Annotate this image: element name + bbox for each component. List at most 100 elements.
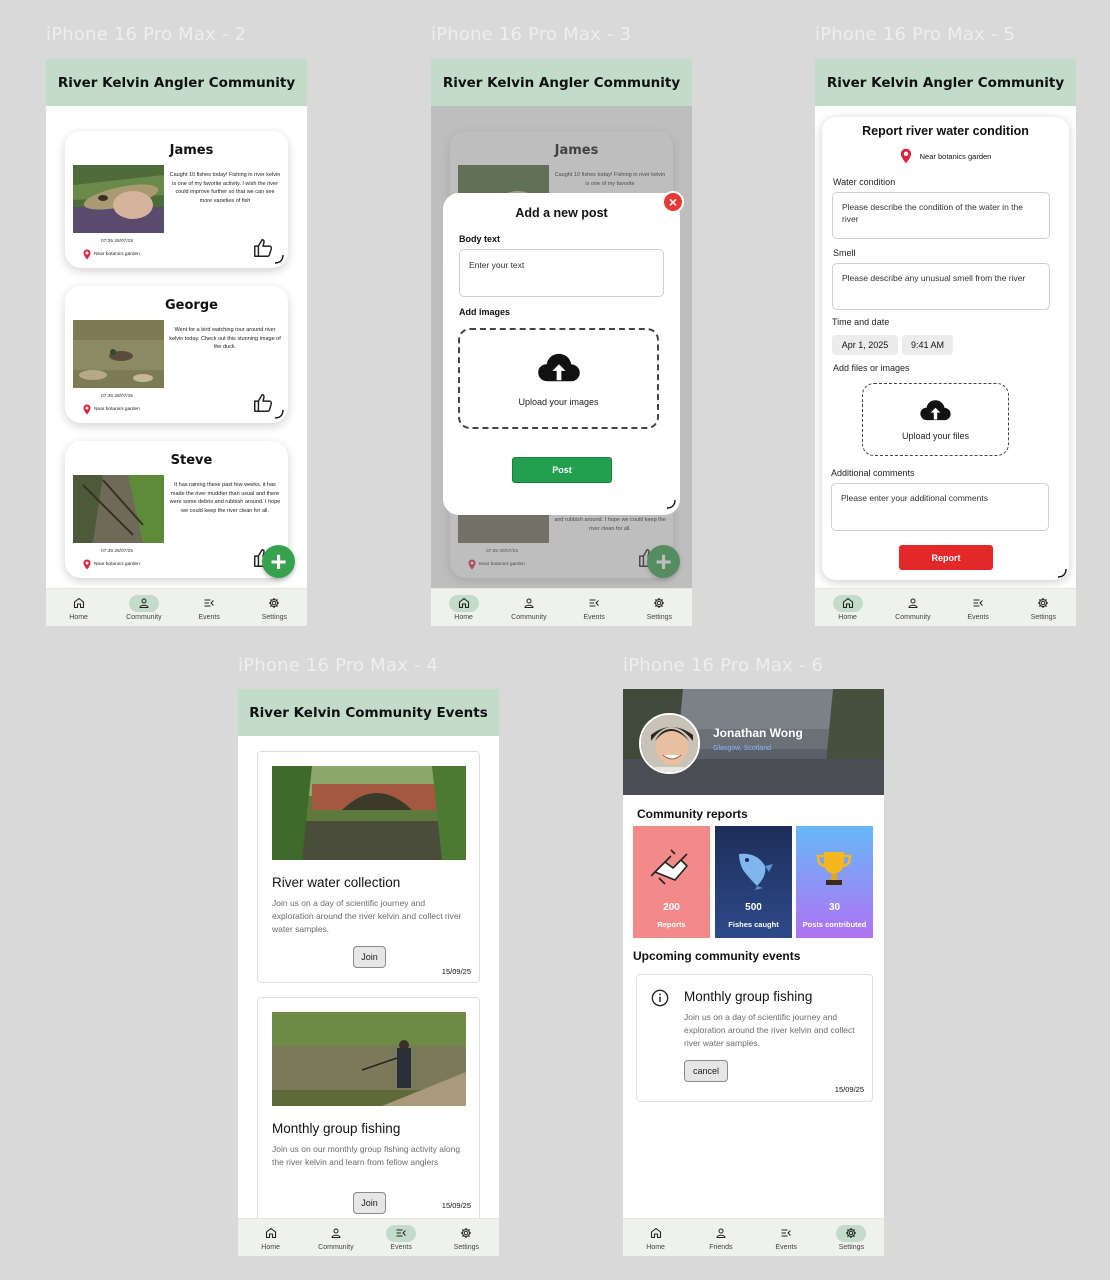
nav-label: Settings <box>261 613 288 621</box>
home-icon <box>842 597 854 609</box>
bottom-nav: Home Community Events Settings <box>238 1218 499 1256</box>
nav-label: Settings <box>453 1243 480 1251</box>
nav-item-home[interactable]: Home <box>623 1219 688 1256</box>
add-post-button[interactable]: + <box>262 545 295 578</box>
post-timestamp: 07:35 28/07/25 <box>101 239 134 244</box>
event-description: Join us on our monthly group fishing act… <box>272 1144 461 1167</box>
frame-label-3: iPhone 16 Pro Max - 3 <box>431 24 632 45</box>
nav-item-settings[interactable]: Settings <box>627 589 692 626</box>
post-image-river <box>73 475 164 543</box>
like-thumb-icon[interactable] <box>252 392 274 414</box>
nav-item-community[interactable]: Community <box>880 589 945 626</box>
close-modal-button[interactable]: × <box>662 191 684 213</box>
community-nav-pill <box>514 595 544 612</box>
trophy-icon <box>816 852 852 885</box>
resize-handle-icon <box>666 499 676 509</box>
like-thumb-icon[interactable] <box>252 237 274 259</box>
post-card[interactable]: James Caught 10 fishes today! Fishing in… <box>65 131 288 268</box>
home-icon <box>73 597 85 609</box>
post-card[interactable]: Steve It has raining these past few week… <box>65 441 288 578</box>
nav-item-home[interactable]: Home <box>238 1219 303 1256</box>
events-icon <box>780 1227 792 1239</box>
cancel-event-button[interactable]: cancel <box>684 1060 728 1082</box>
nav-label: Events <box>583 613 605 621</box>
file-upload-dropzone[interactable]: Upload your files <box>862 383 1009 456</box>
nav-item-events[interactable]: Events <box>754 1219 819 1256</box>
report-button[interactable]: Report <box>899 545 993 570</box>
post-card[interactable]: George Went for a bird watching tour aro… <box>65 286 288 423</box>
nav-item-settings[interactable]: Settings <box>242 589 307 626</box>
avatar[interactable] <box>639 713 700 774</box>
info-icon <box>651 989 669 1007</box>
home-nav-pill <box>641 1225 671 1242</box>
image-upload-dropzone[interactable]: Upload your images <box>458 328 659 429</box>
bottom-nav: Home Friends Events Settings <box>623 1218 884 1256</box>
nav-item-community[interactable]: Community <box>496 589 561 626</box>
nav-item-events[interactable]: Events <box>177 589 242 626</box>
join-event-button[interactable]: Join <box>353 1192 386 1214</box>
events-nav-pill <box>963 595 993 612</box>
friends-nav-pill <box>706 1225 736 1242</box>
nav-item-friends[interactable]: Friends <box>688 1219 753 1256</box>
body-text-input[interactable]: Enter your text <box>459 249 664 297</box>
nav-item-events[interactable]: Events <box>369 1219 434 1256</box>
nav-label: Events <box>390 1243 412 1251</box>
nav-label: Community <box>318 1243 354 1251</box>
nav-item-settings[interactable]: Settings <box>1011 589 1076 626</box>
frame-label-6: iPhone 16 Pro Max - 6 <box>623 655 824 676</box>
smell-input[interactable]: Please describe any unusual smell from t… <box>832 263 1050 310</box>
gear-icon <box>653 597 665 609</box>
event-date: 15/09/25 <box>834 1085 864 1094</box>
time-picker[interactable]: 9:41 AM <box>902 335 953 355</box>
time-date-label: Time and date <box>832 317 890 327</box>
water-condition-label: Water condition <box>833 177 896 187</box>
body-text-label: Body text <box>459 234 501 244</box>
post-author: Steve <box>170 453 213 468</box>
event-title: River water collection <box>272 875 401 890</box>
event-title: Monthly group fishing <box>684 989 813 1004</box>
post-feed[interactable]: James Caught 10 fishes today! Fishing in… <box>46 106 307 588</box>
cloud-upload-icon <box>919 398 952 423</box>
fish-icon <box>739 853 773 890</box>
join-event-button[interactable]: Join <box>353 946 386 968</box>
stat-label: Posts contributed <box>802 920 867 929</box>
stat-fishes: 500 Fishes caught <box>715 826 792 938</box>
water-condition-input[interactable]: Please describe the condition of the wat… <box>832 192 1050 239</box>
nav-item-home[interactable]: Home <box>46 589 111 626</box>
post-location: Near botanics garden <box>83 249 140 260</box>
add-post-modal: Add a new post Body text Enter your text… <box>443 193 680 515</box>
location-pin-icon <box>83 559 91 570</box>
home-icon <box>458 597 470 609</box>
add-images-label: Add images <box>459 307 511 317</box>
person-icon <box>907 597 919 609</box>
nav-label: Community <box>895 613 931 621</box>
nav-item-settings[interactable]: Settings <box>819 1219 884 1256</box>
community-nav-pill <box>321 1225 351 1242</box>
nav-item-home[interactable]: Home <box>815 589 880 626</box>
post-body: Caught 10 fishes today! Fishing in river… <box>169 172 281 204</box>
nav-label: Settings <box>1030 613 1057 621</box>
nav-item-settings[interactable]: Settings <box>434 1219 499 1256</box>
post-timestamp: 07:35 28/07/25 <box>101 549 134 554</box>
nav-item-events[interactable]: Events <box>562 589 627 626</box>
comments-input[interactable]: Please enter your additional comments <box>831 483 1049 531</box>
nav-item-community[interactable]: Community <box>111 589 176 626</box>
nav-label: Home <box>838 613 857 621</box>
profile-location: Glasgow, Scotland <box>713 745 771 752</box>
nav-item-events[interactable]: Events <box>946 589 1011 626</box>
nav-label: Home <box>454 613 473 621</box>
resize-handle-icon <box>274 254 284 264</box>
date-picker[interactable]: Apr 1, 2025 <box>832 335 898 355</box>
stat-label: Reports <box>657 920 686 929</box>
report-location: Near botanics garden <box>822 148 1069 164</box>
post-image-fish <box>73 165 164 233</box>
files-label: Add files or images <box>833 363 910 373</box>
post-button[interactable]: Post <box>512 457 612 483</box>
events-nav-pill <box>194 595 224 612</box>
events-icon <box>395 1227 407 1239</box>
location-pin-icon <box>900 148 912 164</box>
app-header: River Kelvin Angler Community <box>46 59 307 106</box>
nav-item-home[interactable]: Home <box>431 589 496 626</box>
nav-item-community[interactable]: Community <box>303 1219 368 1256</box>
community-nav-pill <box>898 595 928 612</box>
